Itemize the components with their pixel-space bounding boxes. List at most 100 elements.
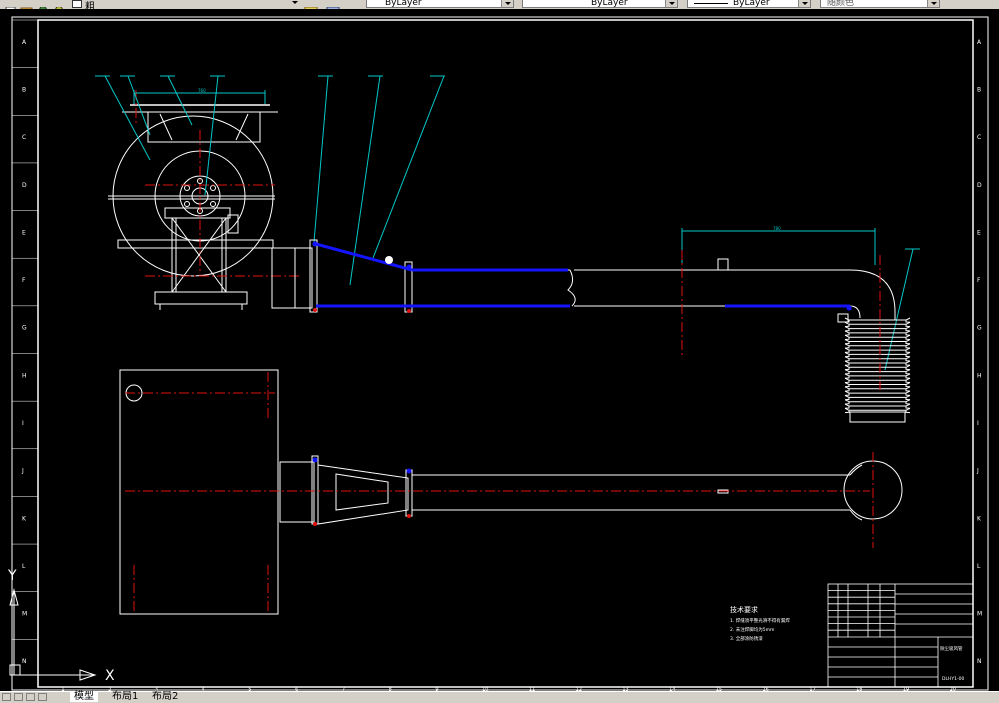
print-icon[interactable]: [52, 0, 66, 9]
plan-red-centerlines: [125, 372, 874, 614]
grid-letter-left: J: [21, 468, 24, 475]
bellows-base: [849, 411, 906, 423]
grid-letter-right: G: [977, 325, 982, 332]
color-combo-value: 随颜色: [827, 0, 855, 8]
red-joints: [313, 308, 411, 526]
drawing-canvas[interactable]: AABBCCDDEEFFGGHHIIJJKKLLMMNN 1 2 3 4 5 6 7 8 9 10…: [0, 9, 999, 691]
linetype-combo-value: ByLayer: [591, 0, 628, 8]
bellows-rib: [844, 356, 911, 362]
chevron-down-icon[interactable]: [665, 0, 677, 7]
plan-view: [119, 369, 903, 615]
bellows-rib: [844, 403, 911, 409]
grid-letter-right: A: [977, 39, 982, 46]
title-block-name: 除尘吸风管: [940, 645, 963, 652]
bellows-rib: [844, 364, 911, 371]
grid-letter-right: E: [977, 229, 981, 236]
grid-letter-right: I: [977, 420, 979, 427]
tab-last-icon[interactable]: [38, 693, 47, 701]
tech-note-3: 3. 全部涂防锈漆: [730, 635, 763, 642]
layer-properties-icon[interactable]: [326, 0, 340, 9]
grid-letter-right: C: [977, 134, 981, 141]
tab-first-icon[interactable]: [2, 693, 11, 701]
grid-letter-right: L: [977, 563, 981, 570]
grid-letter-left: H: [22, 372, 27, 379]
bellows-rib: [844, 373, 911, 379]
ucs-y-label: Y: [7, 568, 17, 584]
chevron-down-icon[interactable]: [292, 1, 298, 4]
font-style-icon: [72, 0, 82, 8]
open-icon[interactable]: [20, 0, 34, 9]
lineweight-combo[interactable]: ByLayer: [687, 0, 811, 8]
chevron-down-icon[interactable]: [927, 0, 939, 7]
grid-letter-left: M: [22, 611, 27, 618]
ucs-icon: [9, 588, 97, 681]
bellows-rib: [844, 386, 911, 392]
bellows-rib: [844, 351, 911, 358]
grid-letter-right: K: [977, 515, 982, 522]
grid-letter-left: E: [22, 229, 26, 236]
grid-letter-left: K: [22, 515, 27, 522]
grid-letter-right: F: [977, 277, 981, 284]
bellows-rib: [844, 330, 911, 336]
grid-letter-right: D: [977, 182, 982, 189]
layer-states-icon[interactable]: [304, 0, 318, 9]
bellows: [844, 317, 911, 423]
title-block-code: DLHY1-00: [942, 676, 964, 682]
save-icon[interactable]: [36, 0, 50, 9]
fan-assembly: [108, 104, 278, 310]
bellows-rib: [844, 369, 911, 375]
color-combo[interactable]: 随颜色: [820, 0, 940, 8]
grid-letter-left: G: [22, 325, 27, 332]
tab-prev-icon[interactable]: [14, 693, 23, 701]
bellows-rib: [844, 377, 911, 383]
grid-letter-left: D: [22, 182, 27, 189]
chevron-down-icon[interactable]: [798, 0, 810, 7]
tab-layout2[interactable]: 布局2: [148, 692, 182, 702]
bellows-rib: [844, 339, 911, 345]
linetype-combo[interactable]: ByLayer: [522, 0, 678, 8]
valve-knob: [385, 256, 393, 264]
grid-letter-right: H: [977, 372, 982, 379]
grid-letters: A A B B C C D D E E F F G G H H I I J J K K L L M M N N: [12, 19, 982, 665]
tab-next-icon[interactable]: [26, 693, 35, 701]
new-icon[interactable]: [4, 0, 18, 9]
tech-notes-title: 技术要求: [730, 605, 758, 614]
title-block: [827, 583, 974, 688]
dim-right-text: 780: [773, 226, 781, 231]
tech-note-1: 1. 焊缝须平整光滑不得有漏焊: [730, 617, 790, 624]
bellows-rib: [844, 321, 911, 328]
grid-letter-left: A: [22, 39, 27, 46]
bellows-rib: [844, 382, 911, 388]
layer-combo-value: ByLayer: [385, 0, 422, 8]
chevron-down-icon[interactable]: [501, 0, 513, 7]
grid-letter-right: J: [976, 468, 979, 475]
tech-note-2: 2. 未注焊脚均为5mm: [730, 626, 774, 633]
drawing-svg: A AB BC CD DE EF FG GH HI IJ JK KL LM MN N 1 2 3 4 5 6 7 8 9 10…: [7, 16, 989, 691]
bellows-rib: [844, 360, 911, 366]
bellows-rib: [844, 390, 911, 396]
tab-model[interactable]: 模型: [70, 692, 98, 702]
grid-letter-right: M: [977, 611, 982, 618]
duct-right-dimension: [681, 228, 876, 265]
bellows-rib: [844, 347, 911, 353]
grid-letter-left: B: [22, 86, 26, 93]
grid-letter-left: F: [22, 277, 26, 284]
layout-tabs: 模型 布局1 布局2: [0, 691, 999, 703]
font-combo[interactable]: 粗: [70, 0, 300, 9]
bellows-rib: [844, 399, 911, 405]
grid-letter-left: L: [22, 563, 26, 570]
layer-combo[interactable]: ByLayer: [366, 0, 514, 8]
grid-letter-left: I: [22, 420, 24, 427]
grid-letter-right: N: [977, 658, 982, 665]
bellows-rib: [844, 334, 911, 340]
duct-side-view: [271, 239, 896, 323]
bellows-rib: [844, 343, 911, 349]
ucs-x-label: X: [105, 668, 115, 684]
blue-joints: [312, 241, 852, 474]
bellows-rib: [844, 317, 911, 323]
tab-layout1[interactable]: 布局1: [108, 692, 142, 702]
bellows-rib: [844, 326, 911, 332]
sheet-inner-border: [37, 19, 974, 688]
sheet-outer-border: [11, 16, 989, 691]
duct-blue-edges: [315, 242, 852, 310]
